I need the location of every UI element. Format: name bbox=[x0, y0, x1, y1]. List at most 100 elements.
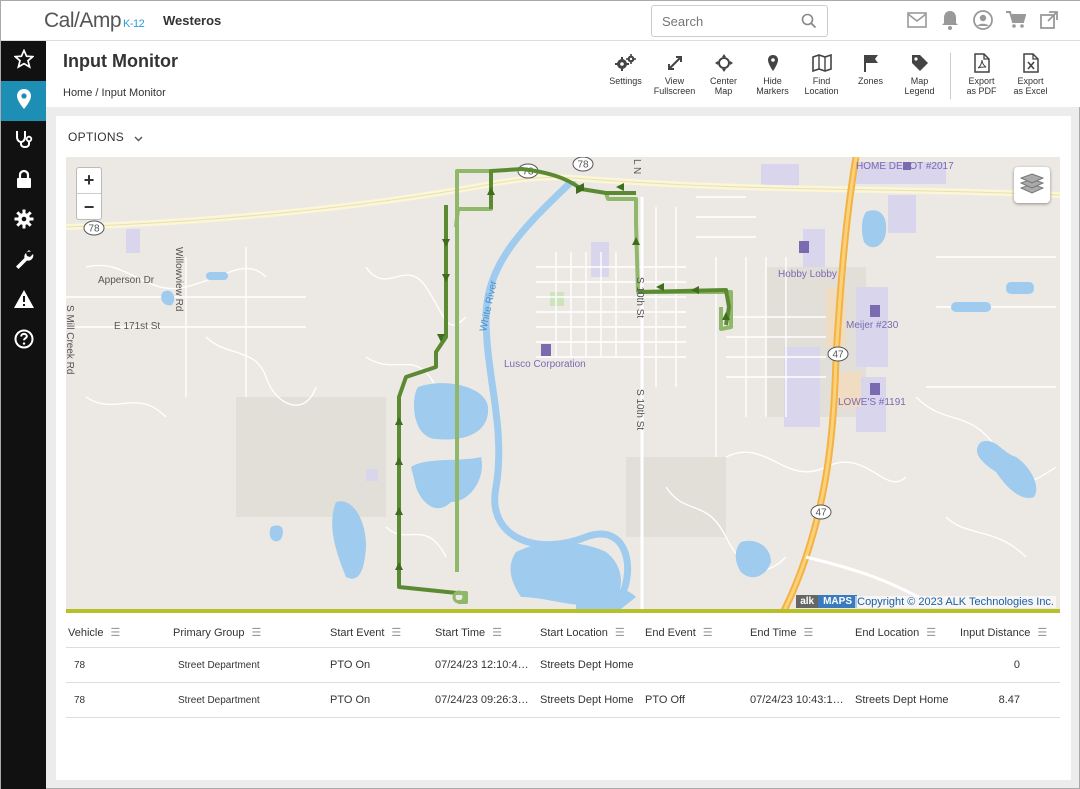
column-end-event[interactable]: End Event ☰ bbox=[643, 626, 748, 640]
cell-start-time: 07/24/23 09:26:3… bbox=[435, 694, 529, 706]
column-menu-icon[interactable]: ☰ bbox=[926, 626, 936, 639]
cell-start-location: Streets Dept Home bbox=[540, 659, 634, 671]
tenant-name: Westeros bbox=[163, 13, 222, 28]
nav-tools[interactable] bbox=[1, 241, 46, 281]
label-meijer: Meijer #230 bbox=[846, 320, 899, 331]
settings-button[interactable]: Settings bbox=[601, 53, 650, 99]
map-copyright[interactable]: Copyright © 2023 ALK Technologies Inc. bbox=[855, 596, 1056, 608]
options-toggle[interactable]: OPTIONS bbox=[68, 130, 143, 145]
cell-end-event: PTO Off bbox=[645, 694, 685, 706]
column-menu-icon[interactable]: ☰ bbox=[252, 626, 262, 639]
left-nav bbox=[1, 41, 46, 789]
nav-map[interactable] bbox=[1, 81, 46, 121]
layers-button[interactable] bbox=[1014, 167, 1050, 203]
column-menu-icon[interactable]: ☰ bbox=[615, 626, 625, 639]
label-home-depot: HOME DEPOT #2017 bbox=[856, 161, 954, 172]
label-e-171st-st: E 171st St bbox=[114, 321, 160, 332]
column-primary-group[interactable]: Primary Group ☰ bbox=[171, 626, 328, 640]
map-marker-icon bbox=[16, 88, 32, 115]
route-map[interactable]: 78 78 78 47 47 HOME DEPOT #2017 Hobby Lo… bbox=[66, 157, 1060, 613]
page-header: Input Monitor Home / Input Monitor Setti… bbox=[46, 41, 1080, 107]
input-monitor-table: Vehicle ☰ Primary Group ☰ Start Event ☰ Sta… bbox=[66, 618, 1060, 718]
main-panel: OPTIONS 78 78 78 47 47 HOME DEPOT #2017 … bbox=[56, 116, 1071, 780]
column-input-distance[interactable]: Input Distance ☰ bbox=[958, 626, 1060, 640]
cell-input-distance: 8.47 bbox=[998, 694, 1020, 706]
pdf-file-icon bbox=[973, 53, 990, 73]
nav-settings[interactable] bbox=[1, 201, 46, 241]
find-location-button[interactable]: Find Location bbox=[797, 53, 846, 99]
column-menu-icon[interactable]: ☰ bbox=[110, 626, 120, 639]
map-legend-button[interactable]: Map Legend bbox=[895, 53, 944, 99]
calamp-logo[interactable]: Cal/Amp K-12 bbox=[44, 9, 145, 33]
center-map-button[interactable]: Center Map bbox=[699, 53, 748, 99]
cell-primary-group: Street Department bbox=[178, 659, 260, 671]
nav-diagnostics[interactable] bbox=[1, 121, 46, 161]
map-canvas: 78 78 78 47 47 HOME DEPOT #2017 Hobby Lo… bbox=[66, 157, 1060, 609]
column-menu-icon[interactable]: ☰ bbox=[1037, 626, 1047, 639]
lock-icon bbox=[16, 169, 32, 194]
column-end-time[interactable]: End Time ☰ bbox=[748, 626, 853, 640]
cell-end-location: Streets Dept Home bbox=[855, 694, 949, 706]
user-icon[interactable] bbox=[972, 9, 994, 31]
column-start-time[interactable]: Start Time ☰ bbox=[433, 626, 538, 640]
table-row[interactable]: 78 Street Department PTO On 07/24/23 09:… bbox=[66, 683, 1060, 718]
export-excel-button[interactable]: Export as Excel bbox=[1006, 53, 1055, 99]
bell-icon[interactable] bbox=[939, 9, 961, 31]
zones-button[interactable]: Zones bbox=[846, 53, 895, 99]
options-label: OPTIONS bbox=[68, 130, 125, 144]
cell-start-event: PTO On bbox=[330, 659, 371, 671]
route-47-shield-a: 47 bbox=[832, 350, 844, 361]
warning-icon bbox=[13, 289, 35, 314]
gear-icon bbox=[14, 209, 34, 234]
page-title: Input Monitor bbox=[63, 51, 178, 71]
table-header: Vehicle ☰ Primary Group ☰ Start Event ☰ Sta… bbox=[66, 618, 1060, 648]
cell-start-time: 07/24/23 12:10:4… bbox=[435, 659, 529, 671]
zoom-out-button[interactable]: − bbox=[77, 194, 101, 220]
folded-map-icon bbox=[811, 53, 832, 73]
cell-start-event: PTO On bbox=[330, 694, 371, 706]
search-box bbox=[651, 5, 828, 37]
column-menu-icon[interactable]: ☰ bbox=[391, 626, 401, 639]
cart-icon[interactable] bbox=[1005, 9, 1027, 31]
column-menu-icon[interactable]: ☰ bbox=[803, 626, 813, 639]
column-vehicle[interactable]: Vehicle ☰ bbox=[66, 626, 171, 640]
map-toolbar: Settings View Fullscreen Center Map Hide… bbox=[601, 53, 1055, 99]
toolbar-divider bbox=[950, 53, 951, 99]
zoom-in-button[interactable]: + bbox=[77, 168, 101, 194]
hide-markers-button[interactable]: Hide Markers bbox=[748, 53, 797, 99]
column-menu-icon[interactable]: ☰ bbox=[703, 626, 713, 639]
search-input[interactable] bbox=[652, 6, 792, 36]
breadcrumb-home[interactable]: Home bbox=[63, 87, 92, 99]
export-pdf-button[interactable]: Export as PDF bbox=[957, 53, 1006, 99]
mail-icon[interactable] bbox=[906, 9, 928, 31]
breadcrumb-separator: / bbox=[95, 87, 99, 99]
view-fullscreen-button[interactable]: View Fullscreen bbox=[650, 53, 699, 99]
label-willowview-rd: Willowview Rd bbox=[173, 247, 184, 311]
cell-end-time: 07/24/23 10:43:1… bbox=[750, 694, 844, 706]
nav-alerts[interactable] bbox=[1, 281, 46, 321]
tag-icon bbox=[911, 53, 929, 73]
column-end-location[interactable]: End Location ☰ bbox=[853, 626, 958, 640]
breadcrumb-current: Input Monitor bbox=[101, 87, 166, 99]
nav-security[interactable] bbox=[1, 161, 46, 201]
alk-maps-logo: alk MAPS bbox=[796, 595, 857, 608]
route-47-shield-b: 47 bbox=[815, 508, 827, 519]
nav-favorites[interactable] bbox=[1, 41, 46, 81]
external-link-icon[interactable] bbox=[1038, 9, 1060, 31]
label-mill-creek-rd: S Mill Creek Rd bbox=[66, 305, 75, 374]
search-icon[interactable] bbox=[801, 13, 817, 34]
column-start-location[interactable]: Start Location ☰ bbox=[538, 626, 643, 640]
stethoscope-icon bbox=[14, 129, 34, 154]
nav-help[interactable] bbox=[1, 321, 46, 361]
cell-vehicle: 78 bbox=[74, 694, 86, 706]
park-areas bbox=[550, 292, 564, 306]
label-lowes: LOWE'S #1191 bbox=[838, 397, 906, 408]
flag-icon bbox=[863, 53, 879, 73]
column-start-event[interactable]: Start Event ☰ bbox=[328, 626, 433, 640]
column-menu-icon[interactable]: ☰ bbox=[492, 626, 502, 639]
zoom-control: + − bbox=[76, 167, 102, 220]
gears-icon bbox=[614, 53, 637, 73]
settings-label: Settings bbox=[609, 76, 642, 86]
cell-input-distance: 0 bbox=[1013, 659, 1020, 671]
table-row[interactable]: 78 Street Department PTO On 07/24/23 12:… bbox=[66, 648, 1060, 683]
